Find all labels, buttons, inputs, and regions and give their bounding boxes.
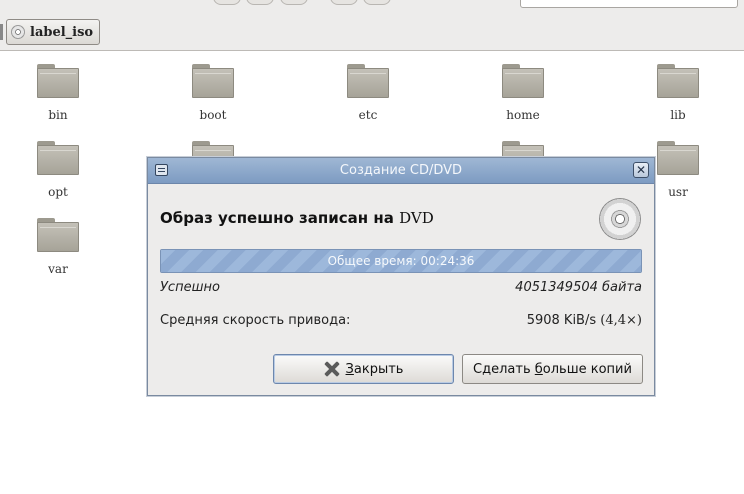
folder-icon [37,141,79,175]
heading-text: Образ успешно записан на [160,209,394,227]
folder-label: lib [670,108,686,122]
close-icon[interactable]: ✕ [633,162,649,178]
main-toolbar [0,0,744,15]
dialog-title: Создание CD/DVD [339,163,463,178]
make-more-copies-button[interactable]: Сделать больше копий [462,354,643,384]
folder-icon [37,64,79,98]
toolbar-button[interactable] [363,0,391,5]
path-scroll-left[interactable] [0,24,3,40]
search-input[interactable] [520,0,738,8]
folder-item-boot[interactable]: boot [173,64,253,122]
folder-item-bin[interactable]: bin [18,64,98,122]
toolbar-button[interactable] [330,0,358,5]
heading-media: DVD [399,209,434,227]
speed-label: Средняя скорость привода: [160,313,351,328]
speed-value: 5908 KiB/s (4,4×) [527,313,642,328]
disc-icon [11,25,25,39]
cd-dvd-icon [599,198,641,240]
folder-item-var[interactable]: var [18,218,98,276]
folder-icon [347,64,389,98]
folder-label: var [48,262,68,276]
dialog-heading: Образ успешно записан на DVD [160,209,434,227]
folder-icon [657,64,699,98]
folder-label: home [506,108,540,122]
close-icon [324,361,340,377]
speed-rate: 5908 KiB/s [526,313,597,328]
progress-text: Общее время: 00:24:36 [327,254,475,268]
speed-ratio: (4,4×) [600,313,642,328]
folder-label: boot [199,108,227,122]
toolbar-button[interactable] [280,0,308,5]
status-text: Успешно [160,280,220,295]
make-more-copies-label: Сделать больше копий [473,361,632,377]
close-button-label: Закрыть [345,361,404,377]
folder-label: bin [48,108,68,122]
folder-label: etc [358,108,378,122]
dialog-titlebar[interactable]: Создание CD/DVD ✕ [148,158,654,184]
location-bar: label_iso [0,14,744,51]
toolbar-button[interactable] [246,0,274,5]
folder-icon [37,218,79,252]
folder-icon [502,64,544,98]
close-button[interactable]: Закрыть [273,354,454,384]
toolbar-button[interactable] [213,0,241,5]
folder-icon [192,64,234,98]
folder-item-etc[interactable]: etc [328,64,408,122]
folder-item-home[interactable]: home [483,64,563,122]
folder-icon [657,141,699,175]
burn-complete-dialog: Создание CD/DVD ✕ Образ успешно записан … [147,157,655,396]
path-button-label-iso[interactable]: label_iso [6,19,101,45]
progress-bar: Общее время: 00:24:36 [160,249,642,273]
path-button-label: label_iso [30,24,94,40]
bytes-written: 4051349504 байта [515,280,642,295]
folder-item-opt[interactable]: opt [18,141,98,199]
folder-label: opt [48,185,68,199]
folder-item-lib[interactable]: lib [638,64,718,122]
